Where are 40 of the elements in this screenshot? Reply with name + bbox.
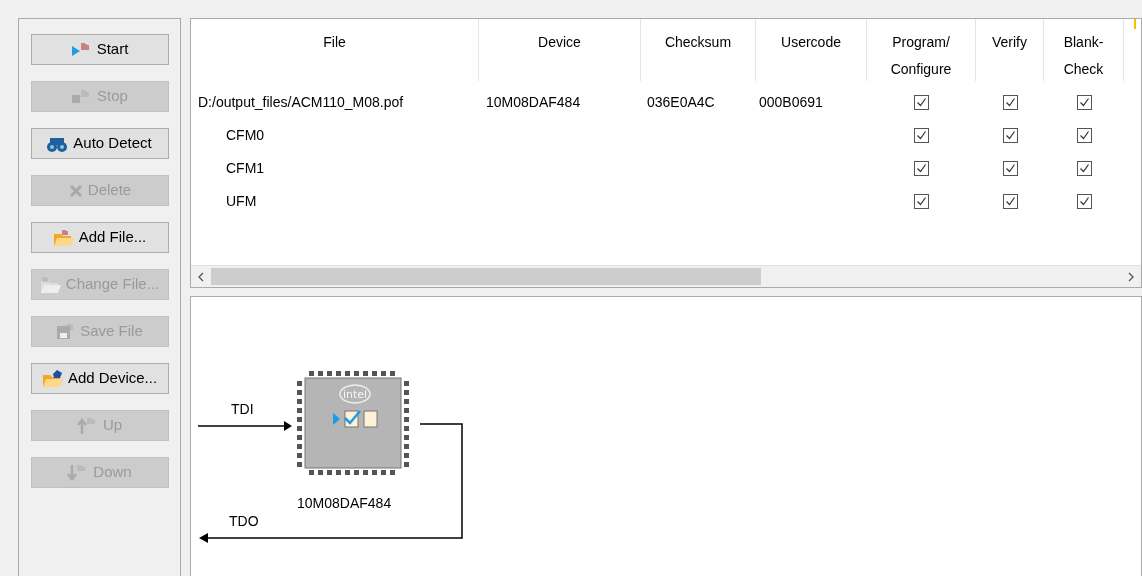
checkbox[interactable] — [1002, 128, 1018, 143]
auto-detect-button[interactable]: Auto Detect — [30, 128, 169, 159]
device-label: 10M08DAF484 — [297, 494, 392, 513]
tdi-label: TDI — [231, 400, 254, 419]
column-header[interactable]: Checksum — [663, 29, 733, 56]
column-header[interactable]: Usercode — [776, 29, 846, 56]
file-cell: CFM1 — [226, 160, 265, 176]
horizontal-scrollbar[interactable] — [191, 265, 1141, 287]
add-file-button[interactable]: Add File... — [30, 222, 169, 253]
checkbox[interactable] — [914, 161, 929, 176]
checkbox[interactable] — [914, 95, 929, 110]
checkbox[interactable] — [1076, 161, 1092, 176]
folder-icon — [39, 275, 62, 294]
checkbox[interactable] — [1076, 194, 1092, 209]
device-cell: 10M08DAF484 — [486, 94, 581, 110]
x-icon — [67, 182, 84, 199]
start-button[interactable]: Start — [30, 34, 169, 65]
add-device-button[interactable]: Add Device... — [30, 363, 169, 394]
column-header[interactable]: Verify — [976, 29, 1043, 56]
folder-icon — [52, 228, 75, 247]
checksum-cell: 036E0A4C — [647, 94, 715, 110]
checkbox[interactable] — [914, 128, 929, 143]
folder-icon — [41, 369, 64, 388]
checkbox[interactable] — [1002, 194, 1018, 209]
checkbox[interactable] — [1076, 95, 1092, 110]
checkbox[interactable] — [1002, 95, 1018, 110]
column-header[interactable]: Program/ Configure — [886, 29, 956, 83]
column-header[interactable]: File — [299, 29, 370, 56]
column-header[interactable]: Blank- Check — [1048, 29, 1119, 83]
file-cell: CFM0 — [226, 127, 265, 143]
column-header[interactable]: Device — [524, 29, 595, 56]
checkbox[interactable] — [1002, 161, 1018, 176]
usercode-cell: 000B0691 — [759, 94, 823, 110]
scroll-thumb[interactable] — [211, 268, 761, 285]
file-cell: UFM — [226, 193, 257, 209]
checkbox[interactable] — [1076, 128, 1092, 143]
tdo-label: TDO — [229, 512, 259, 531]
file-cell: D:/output_files/ACM110_M08.pof — [198, 94, 404, 110]
checkbox[interactable] — [914, 194, 929, 209]
chip-drawing: intel — [297, 371, 409, 475]
